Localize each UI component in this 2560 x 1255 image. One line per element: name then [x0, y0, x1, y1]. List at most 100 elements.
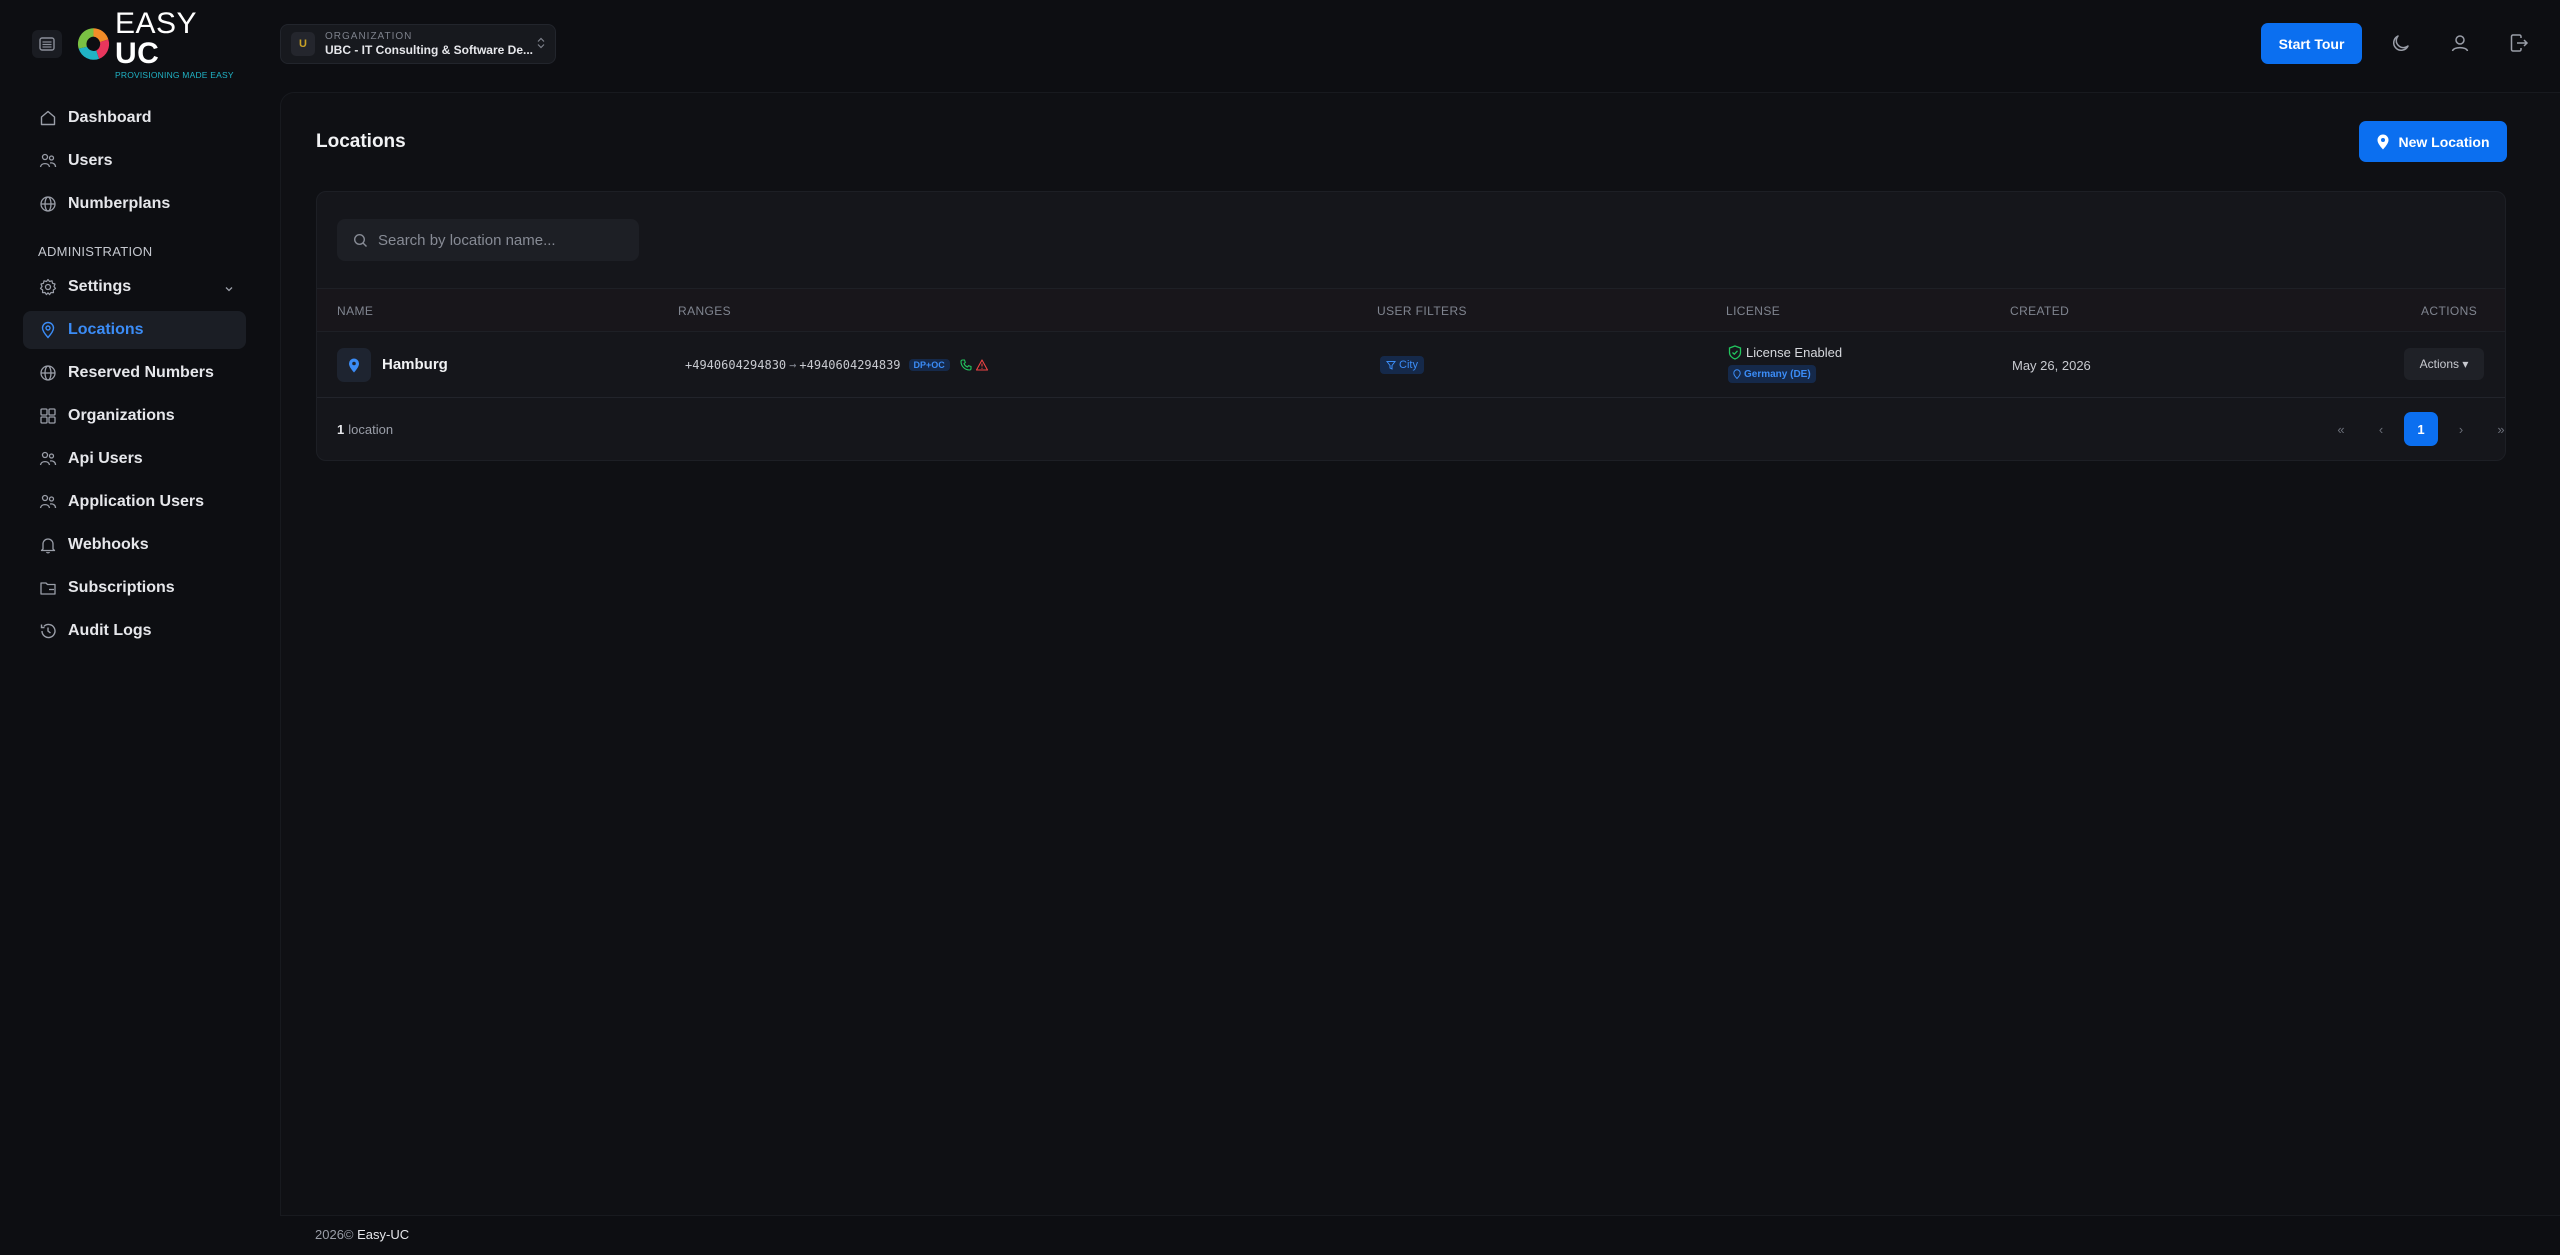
- pagination-first-button[interactable]: «: [2324, 412, 2358, 446]
- users-icon: [38, 449, 58, 469]
- search-icon: [353, 233, 367, 247]
- sidebar-item-locations[interactable]: Locations: [23, 311, 246, 349]
- search-input[interactable]: [378, 231, 628, 249]
- sidebar-item-label: Users: [68, 152, 113, 169]
- grid-icon: [38, 406, 58, 426]
- folder-icon: [38, 578, 58, 598]
- org-avatar: U: [291, 32, 315, 56]
- license-country-chip: Germany (DE): [1728, 365, 1816, 383]
- column-header-ranges[interactable]: RANGES: [678, 304, 731, 318]
- filter-icon: [1386, 361, 1396, 370]
- logo-icon: [77, 28, 110, 60]
- shield-check-icon: [1728, 345, 1742, 360]
- users-icon: [38, 492, 58, 512]
- sidebar-item-label: Api Users: [68, 450, 143, 467]
- map-pin-icon: [2377, 134, 2389, 149]
- logout-icon: [2510, 34, 2529, 52]
- sidebar-item-dashboard[interactable]: Dashboard: [23, 99, 246, 137]
- sidebar-item-label: Reserved Numbers: [68, 364, 214, 381]
- license-country: Germany (DE): [1744, 368, 1811, 380]
- pagination-next-button[interactable]: ›: [2444, 412, 2478, 446]
- column-header-name[interactable]: NAME: [337, 304, 373, 318]
- location-name[interactable]: Hamburg: [382, 356, 448, 373]
- warning-icon: [975, 359, 988, 371]
- sidebar-item-application-users[interactable]: Application Users: [23, 483, 246, 521]
- map-pin-icon: [1733, 369, 1741, 379]
- table-footer: 1 location « ‹ 1 › »: [317, 398, 2505, 460]
- org-name: UBC - IT Consulting & Software De...: [325, 43, 534, 57]
- history-icon: [38, 621, 58, 641]
- range-end: +4940604294839: [799, 358, 901, 372]
- sidebar-item-label: Dashboard: [68, 109, 152, 126]
- sidebar-item-audit-logs[interactable]: Audit Logs: [23, 612, 246, 650]
- sidebar-item-organizations[interactable]: Organizations: [23, 397, 246, 435]
- pagination-prev-button[interactable]: ‹: [2364, 412, 2398, 446]
- sidebar-item-subscriptions[interactable]: Subscriptions: [23, 569, 246, 607]
- column-header-created[interactable]: CREATED: [2010, 304, 2069, 318]
- record-count-number: 1: [337, 422, 345, 437]
- gear-icon: [38, 277, 58, 297]
- sidebar-item-label: Audit Logs: [68, 622, 152, 639]
- locations-card: NAME RANGES USER FILTERS LICENSE CREATED…: [316, 191, 2506, 461]
- sidebar-item-webhooks[interactable]: Webhooks: [23, 526, 246, 564]
- map-pin-icon: [38, 320, 58, 340]
- page-footer: 2026© Easy-UC: [280, 1215, 2560, 1255]
- users-icon: [38, 151, 58, 171]
- sidebar-item-users[interactable]: Users: [23, 142, 246, 180]
- menu-icon: [39, 37, 55, 51]
- column-header-user-filters[interactable]: USER FILTERS: [1377, 304, 1467, 318]
- user-icon: [2451, 35, 2469, 52]
- sidebar-item-label: Settings: [68, 278, 132, 295]
- top-bar: EASY UC PROVISIONING MADE EASY U ORGANIZ…: [0, 0, 2560, 86]
- start-tour-button[interactable]: Start Tour: [2261, 23, 2362, 64]
- sidebar: Dashboard Users Numberplans ADMINISTRATI…: [0, 86, 272, 1255]
- record-count: 1 location: [337, 422, 393, 437]
- sidebar-item-label: Subscriptions: [68, 579, 175, 596]
- license-cell: License Enabled Germany (DE): [1728, 345, 1842, 384]
- sidebar-item-numberplans[interactable]: Numberplans: [23, 185, 246, 223]
- pagination-last-button[interactable]: »: [2484, 412, 2505, 446]
- pagination-page-button[interactable]: 1: [2404, 412, 2438, 446]
- record-count-unit: location: [348, 422, 394, 437]
- sidebar-item-label: Locations: [68, 321, 144, 338]
- chevron-up-down-icon: [537, 37, 545, 52]
- sidebar-item-label: Webhooks: [68, 536, 149, 553]
- globe-icon: [38, 363, 58, 383]
- sidebar-section-administration: ADMINISTRATION: [38, 244, 153, 259]
- column-header-license[interactable]: LICENSE: [1726, 304, 1780, 318]
- sidebar-item-label: Organizations: [68, 407, 175, 424]
- sidebar-item-api-users[interactable]: Api Users: [23, 440, 246, 478]
- search-box[interactable]: [337, 219, 639, 261]
- column-header-actions: ACTIONS: [2421, 304, 2478, 318]
- sidebar-item-reserved-numbers[interactable]: Reserved Numbers: [23, 354, 246, 392]
- logo-text-uc: UC: [114, 36, 160, 70]
- table-header: NAME RANGES USER FILTERS LICENSE CREATED…: [317, 288, 2505, 332]
- number-range: +4940604294830 → +4940604294839 DP+OC: [685, 358, 988, 372]
- logout-button[interactable]: [2504, 28, 2534, 58]
- copyright-brand[interactable]: Easy-UC: [357, 1227, 409, 1242]
- app-logo[interactable]: EASY UC PROVISIONING MADE EASY: [74, 8, 240, 79]
- org-label: ORGANIZATION: [325, 31, 413, 42]
- sidebar-item-settings[interactable]: Settings: [23, 268, 246, 306]
- sidebar-toggle-button[interactable]: [32, 30, 62, 58]
- page-title: Locations: [316, 131, 406, 152]
- globe-icon: [38, 194, 58, 214]
- theme-toggle-button[interactable]: [2386, 28, 2416, 58]
- logo-tagline: PROVISIONING MADE EASY: [114, 69, 234, 80]
- new-location-button[interactable]: New Location: [2359, 121, 2507, 162]
- profile-button[interactable]: [2445, 28, 2475, 58]
- sidebar-item-label: Application Users: [68, 493, 205, 510]
- logo-text-easy: EASY: [114, 6, 197, 40]
- map-pin-icon: [349, 358, 359, 372]
- new-location-label: New Location: [2398, 133, 2490, 150]
- table-row[interactable]: Hamburg +4940604294830 → +4940604294839 …: [317, 332, 2505, 398]
- chevron-down-icon: [224, 281, 234, 299]
- user-filter-label: City: [1399, 359, 1418, 371]
- organization-switcher[interactable]: U ORGANIZATION UBC - IT Consulting & Sof…: [280, 24, 556, 64]
- range-start: +4940604294830: [685, 358, 787, 372]
- copyright-year: 2026©: [315, 1227, 354, 1242]
- main-content: Locations New Location NAME RANGES USER …: [280, 92, 2560, 1215]
- row-actions-button[interactable]: Actions ▾: [2404, 348, 2484, 380]
- copyright-text: 2026© Easy-UC: [315, 1227, 409, 1242]
- license-status: License Enabled: [1746, 345, 1843, 360]
